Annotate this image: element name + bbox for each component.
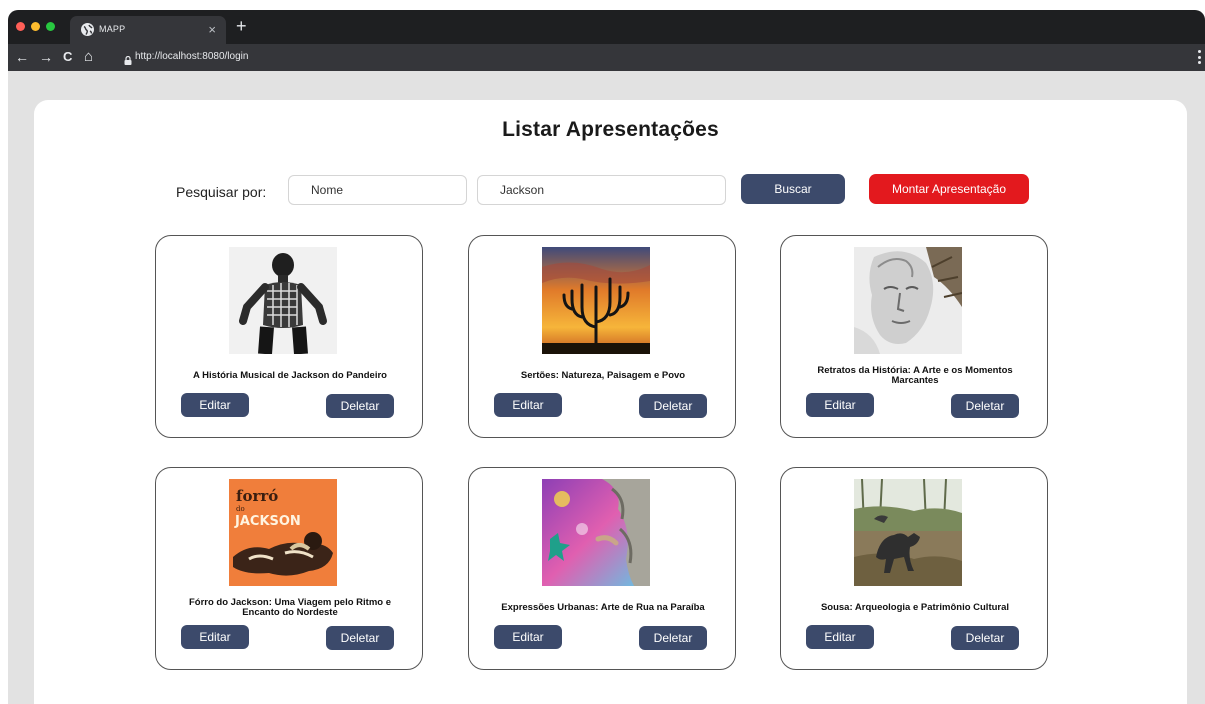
card-image xyxy=(542,479,650,586)
home-icon[interactable]: ⌂ xyxy=(84,47,93,67)
delete-button[interactable]: Deletar xyxy=(639,394,707,418)
presentation-card: Expressões Urbanas: Arte de Rua na Paraí… xyxy=(468,467,736,670)
search-field-select[interactable] xyxy=(288,175,467,205)
tab-bar: MAPP × + xyxy=(8,10,1205,44)
maximize-window-dot[interactable] xyxy=(46,22,55,31)
card-title: Sertões: Natureza, Paisagem e Povo xyxy=(520,370,686,381)
edit-button[interactable]: Editar xyxy=(806,393,874,417)
album-text-jackson: JACKSON xyxy=(234,514,301,529)
delete-button[interactable]: Deletar xyxy=(951,626,1019,650)
edit-button[interactable]: Editar xyxy=(181,625,249,649)
search-button[interactable]: Buscar xyxy=(741,174,845,204)
presentation-card: Sertões: Natureza, Paisagem e Povo Edita… xyxy=(468,235,736,438)
tab-title: MAPP xyxy=(99,24,126,34)
card-title: Fórro do Jackson: Uma Viagem pelo Ritmo … xyxy=(188,597,391,618)
album-text-forro: forró xyxy=(236,487,278,505)
presentation-card: forró do JACKSON Fórro do Jackson: Uma V… xyxy=(155,467,423,670)
card-title: Sousa: Arqueologia e Patrimônio Cultural xyxy=(820,602,1010,613)
back-arrow-icon[interactable]: ← xyxy=(15,47,29,67)
create-presentation-button[interactable]: Montar Apresentação xyxy=(869,174,1029,204)
card-image xyxy=(854,247,962,354)
tab-close-icon[interactable]: × xyxy=(208,22,216,37)
minimize-window-dot[interactable] xyxy=(31,22,40,31)
edit-button[interactable]: Editar xyxy=(494,393,562,417)
edit-button[interactable]: Editar xyxy=(494,625,562,649)
edit-button[interactable]: Editar xyxy=(181,393,249,417)
presentation-card: Retratos da História: A Arte e os Moment… xyxy=(780,235,1048,438)
delete-button[interactable]: Deletar xyxy=(639,626,707,650)
lock-icon xyxy=(124,52,132,65)
card-image: forró do JACKSON xyxy=(229,479,337,586)
page-panel: Listar Apresentações Pesquisar por: Busc… xyxy=(34,100,1187,704)
browser-toolbar: ← → C ⌂ http://localhost:8080/login xyxy=(8,44,1205,71)
reload-icon[interactable]: C xyxy=(63,47,72,67)
card-title: Expressões Urbanas: Arte de Rua na Paraí… xyxy=(501,602,705,613)
page-title: Listar Apresentações xyxy=(502,118,719,141)
forward-arrow-icon[interactable]: → xyxy=(39,47,53,67)
presentation-card: Sousa: Arqueologia e Patrimônio Cultural… xyxy=(780,467,1048,670)
close-window-dot[interactable] xyxy=(16,22,25,31)
browser-window: MAPP × + ← → C ⌂ http://localhost:8080/l… xyxy=(8,10,1205,704)
new-tab-icon[interactable]: + xyxy=(236,15,247,37)
card-image xyxy=(854,479,962,586)
browser-menu-icon[interactable] xyxy=(1197,50,1201,64)
presentation-card: A História Musical de Jackson do Pandeir… xyxy=(155,235,423,438)
search-label: Pesquisar por: xyxy=(176,184,267,200)
edit-button[interactable]: Editar xyxy=(806,625,874,649)
delete-button[interactable]: Deletar xyxy=(326,394,394,418)
card-title: A História Musical de Jackson do Pandeir… xyxy=(193,370,387,381)
album-text-do: do xyxy=(236,505,245,513)
browser-tab[interactable]: MAPP × xyxy=(70,16,226,44)
card-title: Retratos da História: A Arte e os Moment… xyxy=(817,365,1013,386)
card-image xyxy=(542,247,650,354)
search-input[interactable] xyxy=(477,175,726,205)
card-image xyxy=(229,247,337,354)
address-bar[interactable]: http://localhost:8080/login xyxy=(135,51,248,62)
delete-button[interactable]: Deletar xyxy=(951,394,1019,418)
delete-button[interactable]: Deletar xyxy=(326,626,394,650)
globe-icon xyxy=(81,23,94,36)
window-controls xyxy=(16,22,55,31)
